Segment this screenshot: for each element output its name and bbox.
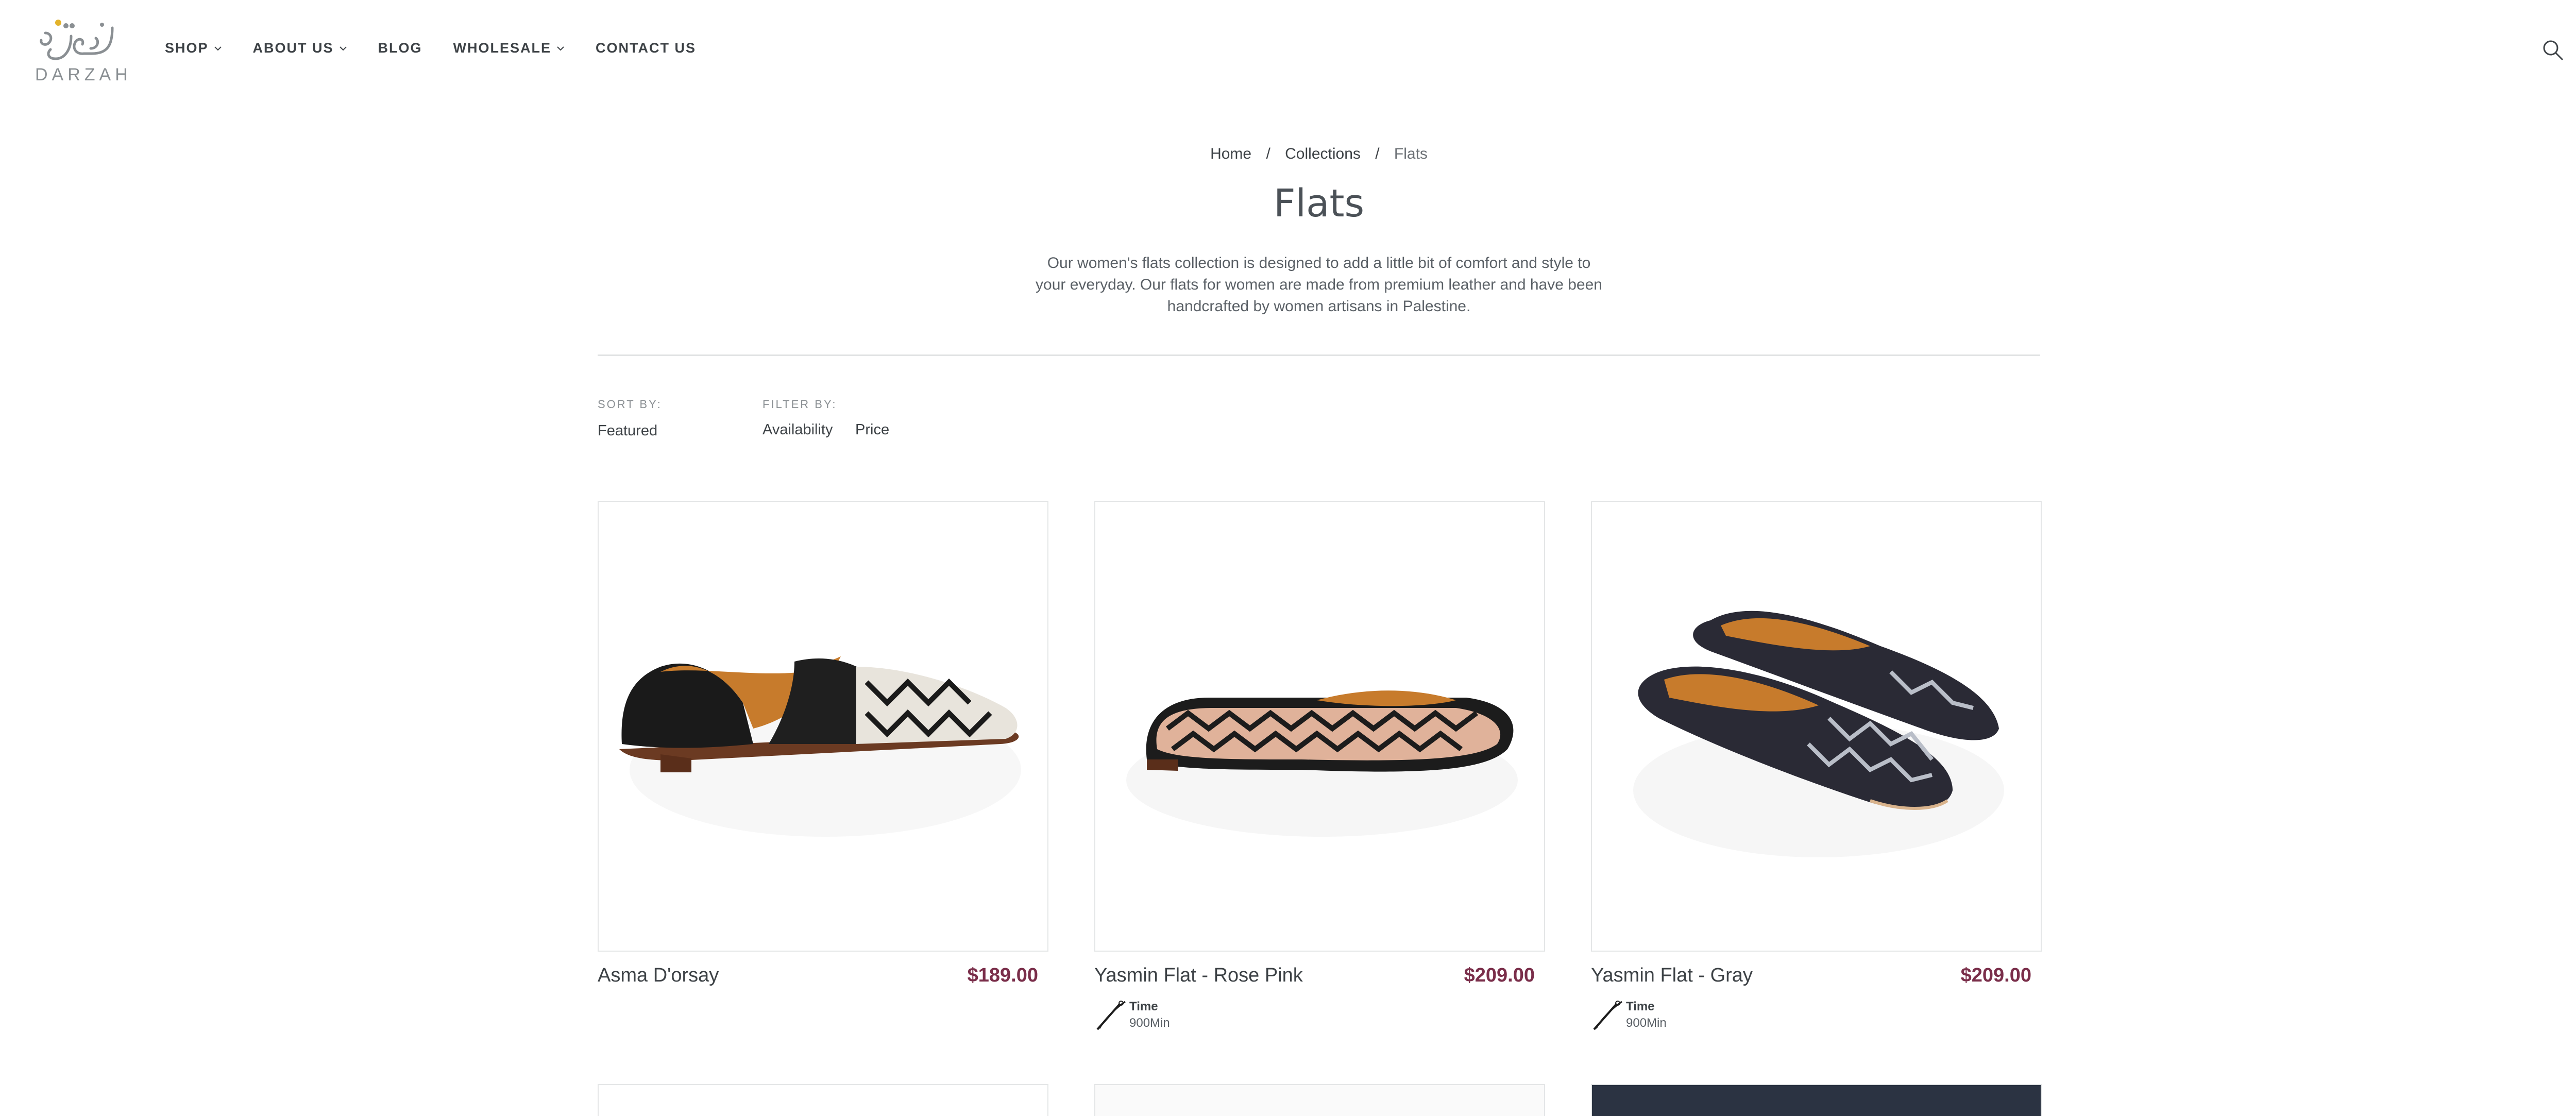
product-card-next[interactable] — [1094, 1084, 1545, 1116]
sort-by-label: SORT BY: — [598, 398, 662, 411]
needle-icon — [1096, 1001, 1126, 1030]
product-card-next[interactable] — [598, 1084, 1048, 1116]
time-label: Time — [1129, 1000, 1158, 1013]
product-name[interactable]: Yasmin Flat - Rose Pink — [1094, 965, 1303, 987]
nav-wholesale[interactable]: WHOLESALE — [453, 40, 565, 56]
nav-wholesale-label: WHOLESALE — [453, 40, 552, 56]
product-image[interactable] — [1591, 501, 2042, 952]
breadcrumb-home[interactable]: Home — [1210, 145, 1251, 162]
breadcrumb-separator: / — [1266, 145, 1270, 162]
product-name[interactable]: Yasmin Flat - Gray — [1591, 965, 1753, 987]
product-price: $209.00 — [1960, 965, 2031, 986]
chevron-down-icon — [557, 46, 564, 50]
shoe-image-yasmin-rose — [1126, 690, 1518, 837]
chevron-down-icon — [339, 46, 347, 50]
product-name[interactable]: Asma D'orsay — [598, 965, 719, 987]
site-header: DARZAH SHOP ABOUT US BLOG WHOLESALE CONT… — [0, 0, 2576, 103]
collection-description: Our women's flats collection is designed… — [1036, 255, 1602, 315]
breadcrumb-collections[interactable]: Collections — [1285, 145, 1361, 162]
nav-contact-us[interactable]: CONTACT US — [596, 40, 696, 56]
time-value: 900Min — [1626, 1016, 1667, 1030]
brand-logo[interactable]: DARZAH — [35, 18, 132, 84]
nav-shop-label: SHOP — [165, 40, 209, 56]
page-title: Flats — [1273, 181, 1365, 226]
needle-icon — [1593, 1001, 1622, 1030]
chevron-down-icon — [214, 46, 222, 50]
nav-shop[interactable]: SHOP — [165, 40, 222, 56]
main-navigation: SHOP ABOUT US BLOG WHOLESALE CONTACT US — [165, 40, 727, 56]
product-image[interactable] — [1094, 501, 1545, 952]
product-image[interactable] — [598, 501, 1048, 952]
logo-wordmark: DARZAH — [35, 65, 132, 84]
breadcrumb-separator: / — [1375, 145, 1380, 162]
filter-price[interactable]: Price — [855, 421, 889, 438]
product-price: $189.00 — [967, 965, 1038, 986]
filter-by-label: FILTER BY: — [762, 398, 837, 411]
nav-blog-label: BLOG — [378, 40, 422, 56]
filter-availability[interactable]: Availability — [762, 421, 833, 438]
shoe-image-dorsay — [619, 656, 1021, 837]
search-icon[interactable] — [2541, 38, 2565, 62]
product-price: $209.00 — [1464, 965, 1535, 986]
logo-arabic-mark — [40, 20, 114, 60]
header-actions — [2541, 38, 2576, 62]
nav-about-us-label: ABOUT US — [252, 40, 334, 56]
breadcrumb-current: Flats — [1394, 145, 1428, 162]
sort-select[interactable]: Featured — [598, 422, 657, 439]
nav-blog[interactable]: BLOG — [378, 40, 422, 56]
nav-contact-us-label: CONTACT US — [596, 40, 697, 56]
product-time-badge: Time 900Min — [1591, 997, 1745, 1034]
nav-about-us[interactable]: ABOUT US — [253, 40, 347, 56]
section-divider — [598, 354, 2040, 356]
time-value: 900Min — [1129, 1016, 1170, 1030]
product-time-badge: Time 900Min — [1094, 997, 1249, 1034]
shoe-image-yasmin-gray — [1633, 611, 2004, 857]
product-card-next[interactable] — [1591, 1084, 2042, 1116]
breadcrumb: Home / Collections / Flats — [0, 145, 2576, 163]
time-label: Time — [1626, 1000, 1655, 1013]
